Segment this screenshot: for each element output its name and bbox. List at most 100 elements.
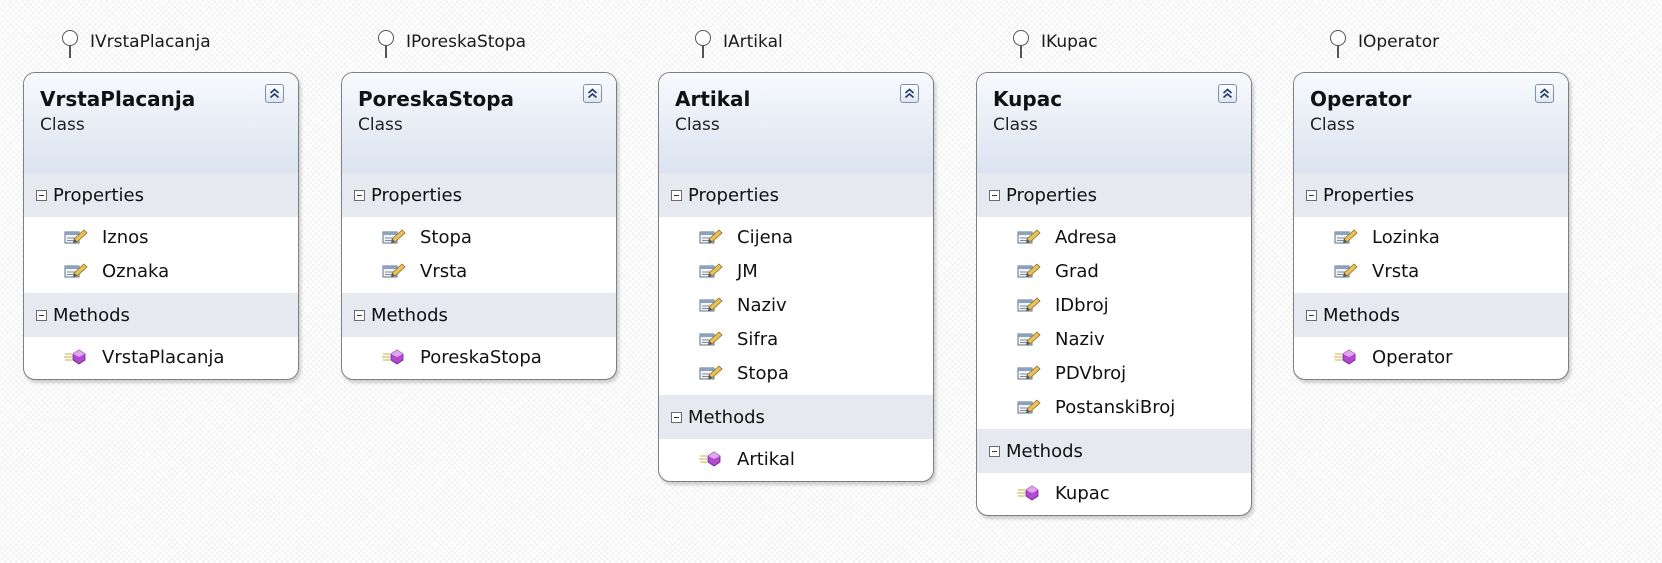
property-icon <box>699 261 723 281</box>
class-header: Operator Class <box>1294 73 1568 173</box>
interface-lollipop-icon <box>693 27 715 58</box>
class-header: PoreskaStopa Class <box>342 73 616 173</box>
class-header: Artikal Class <box>659 73 933 173</box>
properties-list: Cijena JM Naziv Sifra Stopa <box>659 217 933 395</box>
properties-section-header[interactable]: Properties <box>977 173 1251 217</box>
methods-list: PoreskaStopa <box>342 337 616 379</box>
minus-box-icon[interactable] <box>36 309 47 321</box>
method-name: Operator <box>1372 346 1453 368</box>
collapse-icon[interactable] <box>900 84 919 103</box>
class-card-operator[interactable]: Operator Class Properties Lozinka Vrsta Metho… <box>1293 72 1569 380</box>
method-icon <box>382 347 406 367</box>
method-name: Artikal <box>737 448 795 470</box>
collapse-icon[interactable] <box>1535 84 1554 103</box>
property-item[interactable]: IDbroj <box>977 288 1251 322</box>
collapse-icon[interactable] <box>265 84 284 103</box>
interface-label: IKupac <box>1041 32 1098 52</box>
interface-ikupac: IKupac <box>1011 27 1098 58</box>
property-item[interactable]: Cijena <box>659 220 933 254</box>
class-card-artikal[interactable]: Artikal Class Properties Cijena JM Naziv Sifra… <box>658 72 934 482</box>
minus-box-icon[interactable] <box>354 189 365 201</box>
method-item[interactable]: Kupac <box>977 476 1251 510</box>
methods-section-header[interactable]: Methods <box>24 293 298 337</box>
minus-box-icon[interactable] <box>1306 309 1317 321</box>
method-icon <box>1334 347 1358 367</box>
interface-lollipop-icon <box>1011 27 1033 58</box>
minus-box-icon[interactable] <box>671 189 682 201</box>
property-name: Naziv <box>1055 328 1105 350</box>
section-label: Properties <box>1323 184 1414 206</box>
section-label: Properties <box>53 184 144 206</box>
method-item[interactable]: Operator <box>1294 340 1568 374</box>
property-item[interactable]: Iznos <box>24 220 298 254</box>
minus-box-icon[interactable] <box>36 189 47 201</box>
class-type: Class <box>993 115 1038 135</box>
interface-label: IPoreskaStopa <box>406 32 527 52</box>
class-type: Class <box>358 115 403 135</box>
property-item[interactable]: JM <box>659 254 933 288</box>
class-card-poreskastopa[interactable]: PoreskaStopa Class Properties Stopa Vrsta Met… <box>341 72 617 380</box>
methods-list: Kupac <box>977 473 1251 515</box>
collapse-icon[interactable] <box>583 84 602 103</box>
minus-box-icon[interactable] <box>989 445 1000 457</box>
property-item[interactable]: Adresa <box>977 220 1251 254</box>
class-card-kupac[interactable]: Kupac Class Properties Adresa Grad IDbroj Nazi… <box>976 72 1252 516</box>
property-item[interactable]: Grad <box>977 254 1251 288</box>
property-item[interactable]: Sifra <box>659 322 933 356</box>
methods-section-header[interactable]: Methods <box>1294 293 1568 337</box>
property-item[interactable]: PDVbroj <box>977 356 1251 390</box>
properties-list: Iznos Oznaka <box>24 217 298 293</box>
properties-section-header[interactable]: Properties <box>1294 173 1568 217</box>
methods-section-header[interactable]: Methods <box>342 293 616 337</box>
properties-section-header[interactable]: Properties <box>342 173 616 217</box>
property-icon <box>699 227 723 247</box>
property-item[interactable]: Naziv <box>977 322 1251 356</box>
class-type: Class <box>675 115 720 135</box>
property-icon <box>699 329 723 349</box>
method-item[interactable]: PoreskaStopa <box>342 340 616 374</box>
property-icon <box>1334 261 1358 281</box>
property-icon <box>1017 227 1041 247</box>
property-item[interactable]: Vrsta <box>342 254 616 288</box>
interface-label: IVrstaPlacanja <box>90 32 211 52</box>
property-item[interactable]: Stopa <box>342 220 616 254</box>
class-name: PoreskaStopa <box>358 87 515 111</box>
section-label: Methods <box>53 304 130 326</box>
class-name: Artikal <box>675 87 751 111</box>
property-item[interactable]: Vrsta <box>1294 254 1568 288</box>
property-name: PostanskiBroj <box>1055 396 1176 418</box>
property-name: Sifra <box>737 328 779 350</box>
method-item[interactable]: Artikal <box>659 442 933 476</box>
property-item[interactable]: PostanskiBroj <box>977 390 1251 424</box>
class-type: Class <box>40 115 85 135</box>
property-icon <box>382 261 406 281</box>
property-name: Vrsta <box>1372 260 1420 282</box>
minus-box-icon[interactable] <box>989 189 1000 201</box>
class-name: Kupac <box>993 87 1063 111</box>
method-item[interactable]: VrstaPlacanja <box>24 340 298 374</box>
class-type: Class <box>1310 115 1355 135</box>
collapse-icon[interactable] <box>1218 84 1237 103</box>
property-icon <box>1017 397 1041 417</box>
interface-label: IArtikal <box>723 32 783 52</box>
minus-box-icon[interactable] <box>1306 189 1317 201</box>
properties-section-header[interactable]: Properties <box>659 173 933 217</box>
property-name: Oznaka <box>102 260 170 282</box>
section-label: Methods <box>1323 304 1400 326</box>
property-icon <box>1017 329 1041 349</box>
property-icon <box>64 261 88 281</box>
property-name: Cijena <box>737 226 794 248</box>
property-item[interactable]: Lozinka <box>1294 220 1568 254</box>
methods-section-header[interactable]: Methods <box>659 395 933 439</box>
properties-section-header[interactable]: Properties <box>24 173 298 217</box>
method-name: Kupac <box>1055 482 1110 504</box>
methods-section-header[interactable]: Methods <box>977 429 1251 473</box>
interface-lollipop-icon <box>376 27 398 58</box>
property-item[interactable]: Naziv <box>659 288 933 322</box>
minus-box-icon[interactable] <box>671 411 682 423</box>
property-item[interactable]: Oznaka <box>24 254 298 288</box>
class-name: VrstaPlacanja <box>40 87 196 111</box>
class-card-vrstaplacanja[interactable]: VrstaPlacanja Class Properties Iznos Oznaka M… <box>23 72 299 380</box>
property-item[interactable]: Stopa <box>659 356 933 390</box>
minus-box-icon[interactable] <box>354 309 365 321</box>
